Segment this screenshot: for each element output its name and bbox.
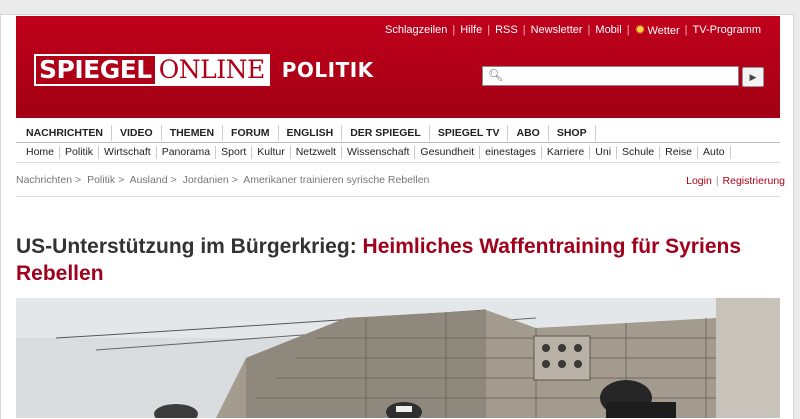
section-nav: Home Politik Wirtschaft Panorama Sport K…	[16, 143, 780, 163]
section-einestages[interactable]: einestages	[480, 146, 542, 159]
section-politik[interactable]: Politik	[60, 146, 100, 159]
article-headline[interactable]: US-Unterstützung im Bürgerkrieg: Heimlic…	[16, 233, 776, 287]
site-header: Schlagzeilen | Hilfe | RSS | Newsletter | Mo…	[16, 16, 780, 118]
search-submit-button[interactable]: ▶	[742, 67, 764, 87]
nav-wetter[interactable]: ✹ Wetter	[630, 21, 685, 37]
nav-tv-programm[interactable]: TV-Programm	[688, 24, 766, 36]
nav-schlagzeilen[interactable]: Schlagzeilen	[380, 24, 452, 36]
section-home[interactable]: Home	[16, 146, 61, 159]
logo-online: ONLINE	[154, 54, 270, 86]
breadcrumb-current: Amerikaner trainieren syrische Rebellen	[243, 174, 430, 186]
section-title[interactable]: POLITIK	[282, 58, 374, 82]
tab-themen[interactable]: THEMEN	[162, 125, 224, 141]
tab-abo[interactable]: ABO	[508, 125, 549, 141]
section-gesundheit[interactable]: Gesundheit	[415, 146, 481, 159]
search-icon: 🔍︎	[488, 68, 504, 82]
tab-video[interactable]: VIDEO	[112, 125, 162, 141]
tab-shop[interactable]: SHOP	[549, 125, 596, 141]
section-sport[interactable]: Sport	[216, 146, 253, 159]
article-kicker: US-Unterstützung im Bürgerkrieg:	[16, 235, 357, 258]
divider	[16, 196, 780, 197]
breadcrumb: Nachrichten > Politik > Ausland > Jordanien…	[16, 174, 430, 186]
breadcrumb-item[interactable]: Nachrichten	[16, 174, 72, 186]
nav-mobil[interactable]: Mobil	[590, 24, 626, 36]
article-photo[interactable]	[16, 298, 780, 418]
section-uni[interactable]: Uni	[590, 146, 618, 159]
tab-nachrichten[interactable]: NACHRICHTEN	[16, 125, 112, 141]
account-links: Login | Registrierung	[686, 175, 785, 187]
section-panorama[interactable]: Panorama	[157, 146, 217, 159]
breadcrumb-item[interactable]: Ausland	[130, 174, 168, 186]
tab-forum[interactable]: FORUM	[223, 125, 279, 141]
sun-icon: ✹	[634, 21, 646, 37]
logo-spiegel: SPIEGEL	[34, 54, 155, 86]
nav-hilfe[interactable]: Hilfe	[455, 24, 487, 36]
search-input[interactable]	[505, 67, 733, 85]
arrow-right-icon: ▶	[749, 72, 757, 82]
breadcrumb-item[interactable]: Jordanien	[183, 174, 229, 186]
section-reise[interactable]: Reise	[660, 146, 699, 159]
site-logo[interactable]: SPIEGEL ONLINE POLITIK	[34, 54, 374, 86]
section-netzwelt[interactable]: Netzwelt	[291, 146, 342, 159]
main-nav: NACHRICHTEN VIDEO THEMEN FORUM ENGLISH D…	[16, 124, 780, 143]
nav-rss[interactable]: RSS	[490, 24, 523, 36]
section-karriere[interactable]: Karriere	[542, 146, 591, 159]
nav-newsletter[interactable]: Newsletter	[526, 24, 588, 36]
section-schule[interactable]: Schule	[617, 146, 661, 159]
register-link[interactable]: Registrierung	[723, 175, 785, 187]
section-wissenschaft[interactable]: Wissenschaft	[342, 146, 416, 159]
tab-english[interactable]: ENGLISH	[279, 125, 343, 141]
search-box: 🔍︎	[482, 66, 739, 86]
photo-rebels-training	[16, 298, 780, 418]
section-wirtschaft[interactable]: Wirtschaft	[99, 146, 157, 159]
nav-wetter-label: Wetter	[647, 24, 680, 37]
tab-der-spiegel[interactable]: DER SPIEGEL	[342, 125, 430, 141]
service-nav: Schlagzeilen | Hilfe | RSS | Newsletter | Mo…	[380, 23, 766, 37]
section-auto[interactable]: Auto	[698, 146, 731, 159]
login-link[interactable]: Login	[686, 175, 712, 187]
tab-spiegel-tv[interactable]: SPIEGEL TV	[430, 125, 509, 141]
breadcrumb-item[interactable]: Politik	[87, 174, 115, 186]
section-kultur[interactable]: Kultur	[252, 146, 291, 159]
